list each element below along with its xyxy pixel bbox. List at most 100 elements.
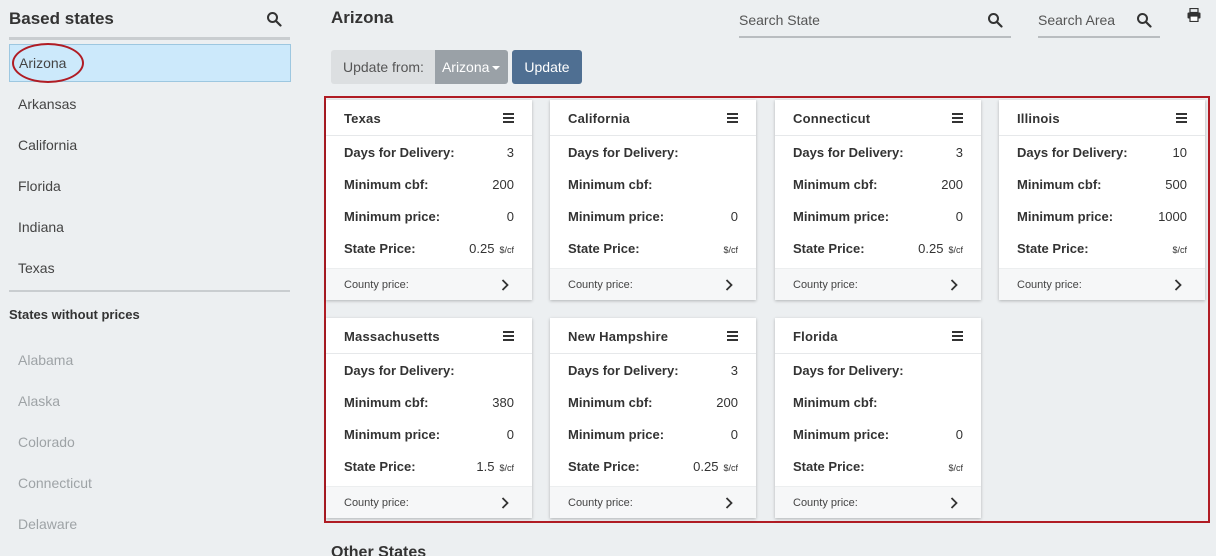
card-title: New Hampshire	[568, 329, 669, 344]
unit-label: $/cf	[723, 245, 738, 255]
days-for-delivery-label: Days for Delivery:	[344, 363, 455, 378]
update-from-select[interactable]: Arizona	[434, 50, 509, 84]
state-card: Texas Days for Delivery: 3 Minimum cbf: 200 M…	[326, 100, 532, 300]
minimum-price-value: 0	[507, 209, 514, 224]
value-text: 500	[1165, 177, 1187, 192]
sidebar-header: Based states	[9, 6, 290, 40]
sidebar-item-florida[interactable]: Florida	[9, 167, 291, 208]
hamburger-menu-icon[interactable]	[952, 331, 963, 341]
sidebar-item-delaware[interactable]: Delaware	[9, 504, 291, 545]
minimum-cbf-row: Minimum cbf:	[568, 177, 738, 195]
hamburger-menu-icon[interactable]	[1176, 113, 1187, 123]
state-price-value: 0.25 $/cf	[918, 241, 963, 256]
state-card: California Days for Delivery: Minimum cbf:…	[550, 100, 756, 300]
caret-down-icon	[492, 66, 501, 70]
value-text: 0	[955, 427, 963, 442]
days-for-delivery-label: Days for Delivery:	[568, 363, 679, 378]
minimum-price-label: Minimum price:	[1017, 209, 1114, 224]
minimum-cbf-value: 200	[492, 177, 514, 192]
card-header: Connecticut	[775, 100, 981, 136]
sidebar-subtitle: States without prices	[9, 307, 140, 322]
state-price-label: State Price:	[568, 241, 640, 256]
hamburger-menu-icon[interactable]	[727, 113, 738, 123]
state-price-label: State Price:	[344, 241, 416, 256]
chevron-right-icon	[950, 497, 958, 509]
sidebar-item-colorado[interactable]: Colorado	[9, 422, 291, 463]
sidebar-item-texas[interactable]: Texas	[9, 249, 291, 290]
unit-label: $/cf	[948, 245, 963, 255]
minimum-price-row: Minimum price: 1000	[1017, 209, 1187, 227]
value-text: 10	[1172, 145, 1187, 160]
chevron-right-icon	[725, 279, 733, 291]
value-text: 3	[506, 145, 514, 160]
card-title: Texas	[344, 111, 381, 126]
search-state-input[interactable]	[739, 7, 1011, 33]
card-title: Massachusetts	[344, 329, 440, 344]
sidebar-item-california[interactable]: California	[9, 126, 291, 167]
minimum-cbf-row: Minimum cbf: 200	[568, 395, 738, 413]
state-price-value: 1.5 $/cf	[476, 459, 514, 474]
days-for-delivery-value: 10	[1173, 145, 1187, 160]
value-text: 1000	[1158, 209, 1187, 224]
card-title: Florida	[793, 329, 838, 344]
county-price-link[interactable]: County price:	[775, 268, 981, 300]
unit-label: $/cf	[499, 463, 514, 473]
sidebar-item-connecticut[interactable]: Connecticut	[9, 463, 291, 504]
minimum-price-label: Minimum price:	[568, 209, 665, 224]
minimum-price-value: 0	[731, 427, 738, 442]
minimum-price-row: Minimum price: 0	[568, 427, 738, 445]
county-price-label: County price:	[344, 497, 409, 509]
minimum-cbf-row: Minimum cbf: 500	[1017, 177, 1187, 195]
minimum-price-label: Minimum price:	[793, 427, 890, 442]
minimum-price-label: Minimum price:	[344, 209, 441, 224]
chevron-right-icon	[725, 497, 733, 509]
days-for-delivery-row: Days for Delivery:	[568, 145, 738, 163]
state-card: Florida Days for Delivery: Minimum cbf: Min…	[775, 318, 981, 518]
minimum-price-row: Minimum price: 0	[793, 427, 963, 445]
update-button[interactable]: Update	[512, 50, 582, 84]
sidebar-item-arizona[interactable]: Arizona	[9, 43, 291, 83]
county-price-link[interactable]: County price:	[550, 486, 756, 518]
county-price-label: County price:	[568, 279, 633, 291]
state-price-value: $/cf	[943, 459, 963, 474]
chevron-right-icon	[501, 279, 509, 291]
other-states-heading: Other States	[331, 544, 427, 556]
county-price-label: County price:	[1017, 279, 1082, 291]
state-price-value: $/cf	[718, 241, 738, 256]
value-text: 0	[506, 209, 514, 224]
county-price-link[interactable]: County price:	[326, 268, 532, 300]
card-header: Florida	[775, 318, 981, 354]
sidebar-item-indiana[interactable]: Indiana	[9, 208, 291, 249]
days-for-delivery-row: Days for Delivery: 3	[344, 145, 514, 163]
value-text: 0	[506, 427, 514, 442]
minimum-cbf-label: Minimum cbf:	[568, 395, 653, 410]
hamburger-menu-icon[interactable]	[727, 331, 738, 341]
hamburger-menu-icon[interactable]	[503, 331, 514, 341]
state-price-label: State Price:	[568, 459, 640, 474]
minimum-price-row: Minimum price: 0	[568, 209, 738, 227]
search-state-field	[739, 7, 1011, 38]
search-icon[interactable]	[266, 11, 282, 27]
hamburger-menu-icon[interactable]	[952, 113, 963, 123]
state-price-label: State Price:	[793, 459, 865, 474]
minimum-cbf-value: 380	[492, 395, 514, 410]
print-icon[interactable]	[1187, 8, 1201, 22]
sidebar-item-arkansas[interactable]: Arkansas	[9, 85, 291, 126]
minimum-cbf-label: Minimum cbf:	[344, 395, 429, 410]
county-price-link[interactable]: County price:	[550, 268, 756, 300]
days-for-delivery-value: 3	[956, 145, 963, 160]
search-icon[interactable]	[1136, 12, 1152, 28]
states-without-prices-list: Alabama Alaska Colorado Connecticut Dela…	[9, 340, 291, 545]
state-price-row: State Price: 0.25 $/cf	[793, 241, 963, 259]
sidebar-item-alaska[interactable]: Alaska	[9, 381, 291, 422]
county-price-link[interactable]: County price:	[999, 268, 1205, 300]
county-price-link[interactable]: County price:	[326, 486, 532, 518]
days-for-delivery-row: Days for Delivery: 3	[793, 145, 963, 163]
county-price-link[interactable]: County price:	[775, 486, 981, 518]
search-icon[interactable]	[987, 12, 1003, 28]
value-text: 0.25	[918, 241, 944, 256]
value-text: 0	[730, 427, 738, 442]
sidebar-item-alabama[interactable]: Alabama	[9, 340, 291, 381]
hamburger-menu-icon[interactable]	[503, 113, 514, 123]
unit-label: $/cf	[723, 463, 738, 473]
